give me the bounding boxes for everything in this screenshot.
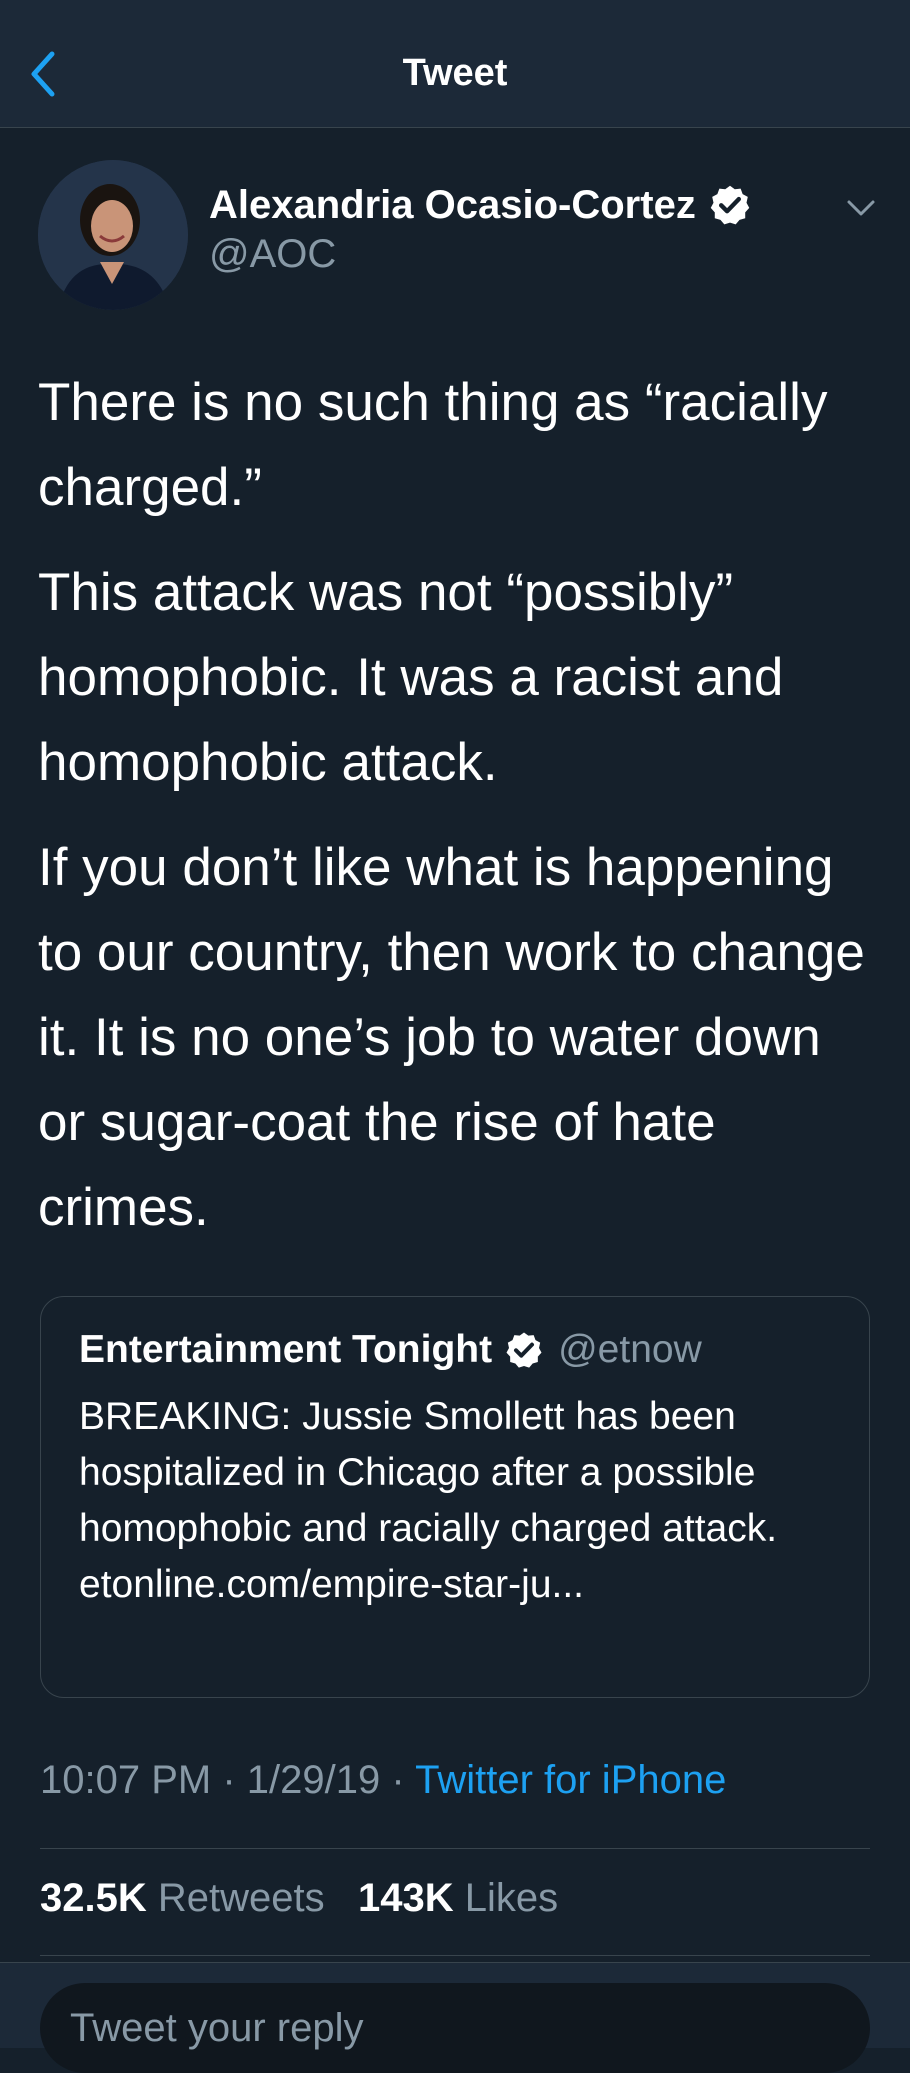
tweet-meta: 10:07 PM · 1/29/19 · Twitter for iPhone bbox=[40, 1758, 726, 1803]
verified-badge-icon bbox=[506, 1332, 542, 1368]
divider bbox=[40, 1955, 870, 1956]
tweet-stats: 32.5K Retweets 143K Likes bbox=[40, 1876, 558, 1921]
tweet-time: 10:07 PM bbox=[40, 1758, 212, 1802]
tweet-paragraph: This attack was not “possibly” homophobi… bbox=[38, 563, 784, 792]
chevron-down-icon[interactable] bbox=[846, 198, 876, 218]
quoted-author-handle: @etnow bbox=[558, 1328, 702, 1371]
tweet-paragraph: If you don’t like what is happening to o… bbox=[38, 838, 865, 1237]
tweet-text: There is no such thing as “racially char… bbox=[38, 360, 878, 1270]
likes-count: 143K bbox=[357, 1876, 454, 1920]
author-name[interactable]: Alexandria Ocasio-Cortez bbox=[209, 183, 696, 228]
quoted-tweet-text: BREAKING: Jussie Smollett has been hospi… bbox=[79, 1395, 778, 1606]
retweets-label: Retweets bbox=[157, 1876, 325, 1920]
avatar-portrait-icon bbox=[38, 160, 188, 310]
reply-input[interactable] bbox=[40, 1983, 870, 2073]
author-handle[interactable]: @AOC bbox=[209, 232, 336, 277]
retweets-count: 32.5K bbox=[40, 1876, 147, 1920]
likes-label: Likes bbox=[464, 1876, 559, 1920]
quoted-tweet-card[interactable]: Entertainment Tonight @etnow BREAKING: J… bbox=[40, 1296, 870, 1698]
divider bbox=[40, 1848, 870, 1849]
likes-stat[interactable]: 143K Likes bbox=[358, 1876, 558, 1920]
meta-separator: · bbox=[391, 1758, 405, 1802]
quoted-tweet-header: Entertainment Tonight @etnow bbox=[79, 1325, 702, 1375]
avatar[interactable] bbox=[38, 160, 188, 310]
page-title: Tweet bbox=[402, 52, 508, 94]
tweet-paragraph: There is no such thing as “racially char… bbox=[38, 373, 828, 517]
tweet-date: 1/29/19 bbox=[246, 1758, 381, 1802]
reply-bar bbox=[0, 1962, 910, 2073]
nav-bar: Tweet bbox=[0, 0, 910, 128]
meta-separator: · bbox=[222, 1758, 236, 1802]
tweet-source-link[interactable]: Twitter for iPhone bbox=[415, 1758, 726, 1802]
author-row: Alexandria Ocasio-Cortez bbox=[209, 180, 752, 230]
retweets-stat[interactable]: 32.5K Retweets bbox=[40, 1876, 325, 1920]
quoted-author-name: Entertainment Tonight bbox=[79, 1328, 493, 1371]
verified-badge-icon bbox=[710, 185, 750, 225]
